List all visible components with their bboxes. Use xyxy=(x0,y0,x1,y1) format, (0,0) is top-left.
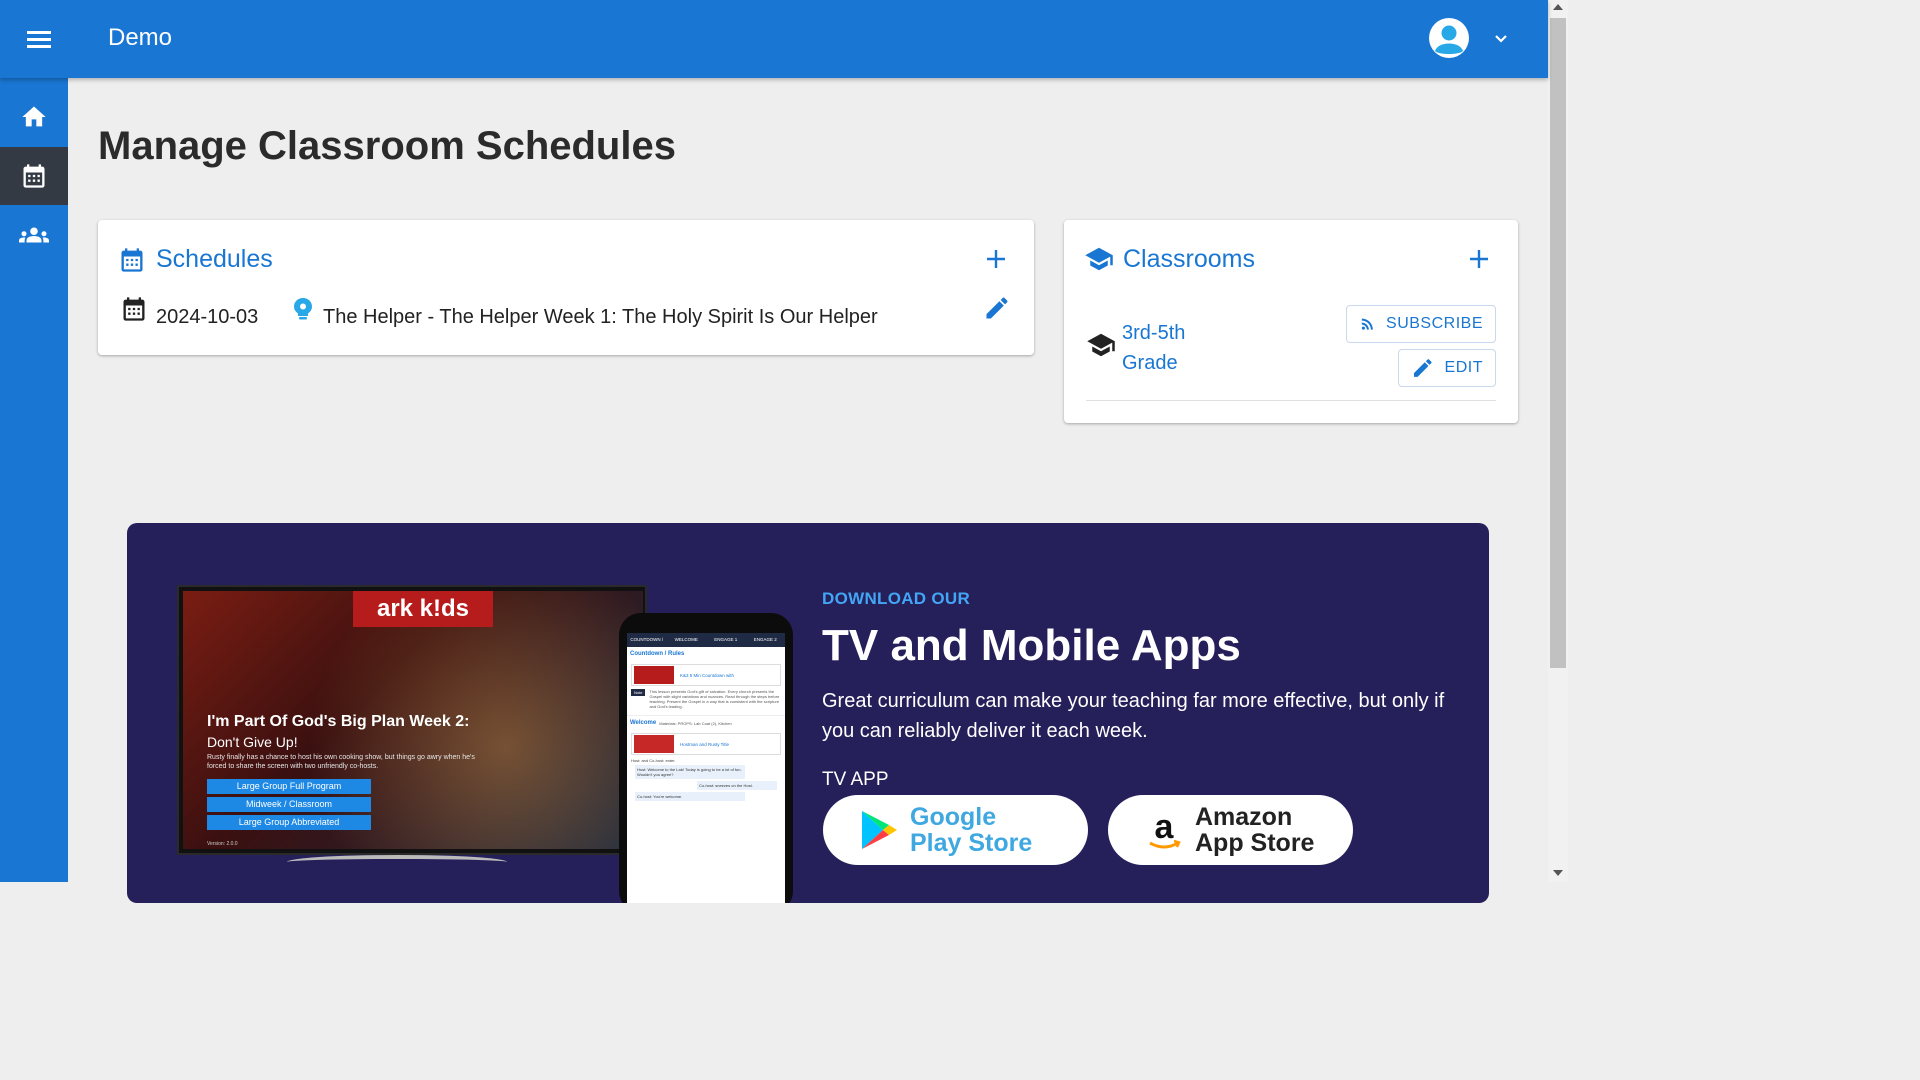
schedules-title: Schedules xyxy=(156,245,273,273)
tv-episode-title: I'm Part Of God's Big Plan Week 2: xyxy=(207,713,470,730)
phone-row-text: K&3 5 Min Countdown with xyxy=(680,672,735,678)
plus-icon xyxy=(1470,250,1488,268)
phone-chat-bubble: Co-host: You're welcome. xyxy=(635,792,745,801)
group-icon xyxy=(19,227,49,243)
plus-icon xyxy=(987,250,1005,268)
amazon-logo-icon: a xyxy=(1149,808,1181,849)
chevron-down-icon[interactable] xyxy=(1490,28,1512,50)
mobile-app-preview: COUNTDOWN / RULES WELCOME ENGAGE 1 ENGAG… xyxy=(619,613,793,903)
graduation-cap-icon xyxy=(1085,247,1113,271)
edit-schedule-button[interactable] xyxy=(983,294,1011,322)
add-classroom-button[interactable] xyxy=(1465,245,1493,273)
scroll-up-arrow-icon[interactable] xyxy=(1553,4,1563,10)
pencil-icon xyxy=(986,297,1008,319)
tv-episode-subtitle: Don't Give Up! xyxy=(207,734,298,750)
tv-program-button: Midweek / Classroom xyxy=(207,797,371,812)
phone-tab: WELCOME xyxy=(674,637,698,642)
rss-feed-icon xyxy=(1361,318,1373,330)
tv-app-label: TV APP xyxy=(822,769,889,790)
tv-program-button: Large Group Full Program xyxy=(207,779,371,794)
ark-kids-logo: ark k!ds xyxy=(353,591,493,627)
google-store-line2: Play Store xyxy=(910,829,1033,857)
phone-thumbnail xyxy=(634,735,674,753)
phone-row: Hostman and Rusty Title xyxy=(631,733,781,755)
schedule-date: 2024-10-03 xyxy=(156,306,259,328)
subscribe-label: SUBSCRIBE xyxy=(1386,315,1483,332)
app-title: Demo xyxy=(108,24,173,51)
schedule-name: The Helper - The Helper Week 1: The Holy… xyxy=(323,306,878,328)
amazon-store-line1: Amazon xyxy=(1195,803,1293,831)
nav-home[interactable] xyxy=(0,88,68,146)
amazon-app-store-button[interactable]: a Amazon App Store xyxy=(1108,795,1353,865)
classrooms-title: Classrooms xyxy=(1123,245,1255,273)
pencil-icon xyxy=(1413,359,1432,377)
phone-note: Note This lesson presents God's gift of … xyxy=(631,689,781,709)
side-navigation xyxy=(0,78,68,882)
tv-stand xyxy=(287,855,507,869)
user-avatar-icon[interactable] xyxy=(1428,17,1470,59)
phone-screen: COUNTDOWN / RULES WELCOME ENGAGE 1 ENGAG… xyxy=(627,633,785,903)
tv-version: Version: 2.0.0 xyxy=(207,841,238,847)
google-play-icon xyxy=(862,811,897,849)
phone-note-label: Note xyxy=(631,689,646,696)
tv-episode-description: Rusty finally has a chance to host his o… xyxy=(207,754,475,770)
nav-people[interactable] xyxy=(0,206,68,264)
lightbulb-gear-icon xyxy=(294,298,312,320)
scrollbar-thumb[interactable] xyxy=(1550,18,1566,668)
phone-tab: COUNTDOWN / RULES xyxy=(630,637,664,656)
phone-chat-bubble: Host: Welcome to the Lab! Today is going… xyxy=(635,765,745,779)
amazon-store-line2: App Store xyxy=(1195,829,1315,857)
menu-icon[interactable] xyxy=(22,24,56,54)
svg-text:a: a xyxy=(1155,808,1175,846)
apps-promo-banner: ark k!ds I'm Part Of God's Big Plan Week… xyxy=(127,523,1489,903)
calendar-icon xyxy=(123,297,145,321)
classrooms-card: Classrooms 3rd-5th Grade SUBSCRIBE EDIT xyxy=(1064,220,1518,423)
page-title: Manage Classroom Schedules xyxy=(98,124,676,168)
phone-text: Host: and Co-host: enter. xyxy=(631,758,676,763)
graduation-cap-icon xyxy=(1087,333,1115,357)
tv-program-button: Large Group Abbreviated xyxy=(207,815,371,830)
phone-row-text: Hostman and Rusty Title xyxy=(680,741,730,747)
edit-classroom-button[interactable]: EDIT xyxy=(1398,349,1496,387)
tv-screen: ark k!ds I'm Part Of God's Big Plan Week… xyxy=(183,591,643,849)
divider xyxy=(1086,400,1496,401)
phone-chat-bubble: Co-host: sneezes on the Host. xyxy=(697,781,777,790)
promo-description: Great curriculum can make your teaching … xyxy=(822,690,1445,742)
subscribe-button[interactable]: SUBSCRIBE xyxy=(1346,305,1496,343)
google-play-store-button[interactable]: Google Play Store xyxy=(823,795,1088,865)
home-icon xyxy=(22,106,46,127)
edit-label: EDIT xyxy=(1444,359,1483,376)
calendar-icon xyxy=(121,248,143,272)
promo-title: TV and Mobile Apps xyxy=(822,621,1241,670)
phone-tab: ENGAGE 2 xyxy=(753,637,777,642)
scroll-down-arrow-icon[interactable] xyxy=(1553,870,1563,876)
phone-note-text: This lesson presents God's gift of salva… xyxy=(649,689,780,709)
phone-materials: Materials: PROPS: Lab Coat (2), Kitchen xyxy=(659,720,732,726)
calendar-icon xyxy=(23,164,45,188)
phone-row: K&3 5 Min Countdown with xyxy=(631,664,781,686)
phone-tab: ENGAGE 1 xyxy=(714,637,738,642)
phone-thumbnail xyxy=(634,666,674,684)
tv-app-preview: ark k!ds I'm Part Of God's Big Plan Week… xyxy=(177,585,647,855)
phone-section: Welcome xyxy=(630,720,657,726)
classroom-name-link[interactable]: 3rd-5th Grade xyxy=(1122,318,1232,378)
google-store-line1: Google xyxy=(910,803,997,831)
promo-overline: DOWNLOAD OUR xyxy=(822,589,971,608)
phone-welcome-header: Welcome Materials: PROPS: Lab Coat (2), … xyxy=(627,715,785,730)
add-schedule-button[interactable] xyxy=(982,245,1010,273)
top-app-bar: Demo xyxy=(0,0,1548,78)
phone-tabs: COUNTDOWN / RULES WELCOME ENGAGE 1 ENGAG… xyxy=(627,633,785,656)
schedules-card: Schedules 2024-10-03 The Helper - The He… xyxy=(98,220,1034,355)
nav-schedules[interactable] xyxy=(0,147,68,205)
